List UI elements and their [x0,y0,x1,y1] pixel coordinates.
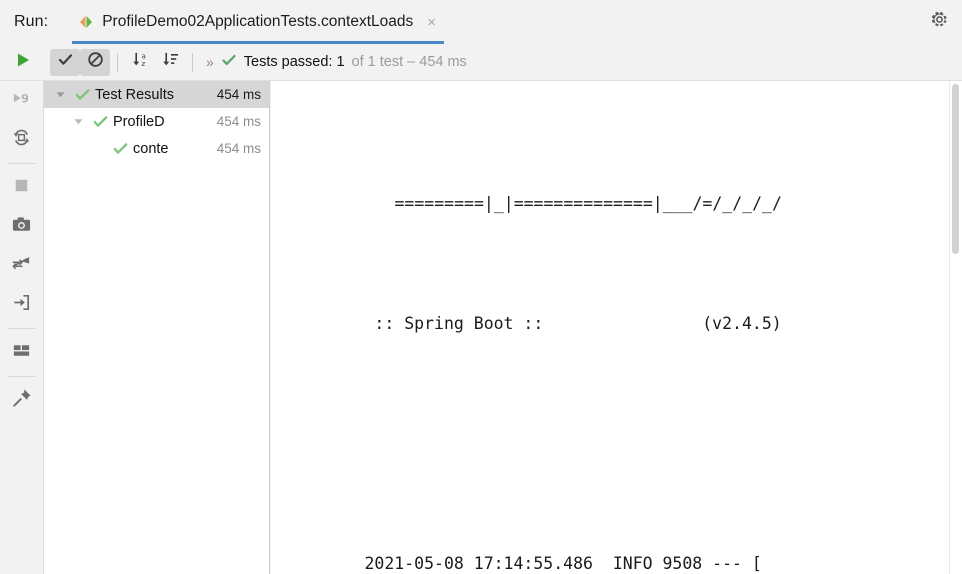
console-line-text: 2021-05-08 17:14:55.486 INFO 9508 --- [ [364,554,762,573]
tool-window-rail: 9 [0,81,44,574]
console-line-text: :: Spring Boot :: (v2.4.5) [364,314,782,333]
svg-text:9: 9 [21,91,29,105]
show-passed-tests-toggle[interactable] [50,48,80,76]
tree-row-label: conte [133,140,169,157]
console-line: :: Spring Boot :: (v2.4.5) [285,279,962,333]
tree-row-label: ProfileD [113,113,165,130]
rerun-button[interactable] [8,49,38,76]
gear-icon [930,10,949,34]
rail-separator-3 [7,376,36,377]
tree-row-profiledemo[interactable]: ProfileD 454 ms [44,108,269,135]
import-tests-icon: ⇄ [11,253,32,279]
tree-row-test-results[interactable]: Test Results 454 ms [44,81,269,108]
status-passed-text: Tests passed: 1 [243,54,345,70]
run-label: Run: [14,13,49,30]
test-status: Tests passed: 1 of 1 test – 454 ms [221,52,467,72]
pin-icon [11,387,33,414]
test-passed-icon [112,140,129,157]
sort-by-duration-icon [161,50,180,74]
open-test-results-button[interactable] [0,285,44,324]
check-filter-icon [57,51,74,73]
toggle-auto-test-icon [11,127,32,153]
svg-text:z: z [141,59,145,68]
console-output[interactable]: =========|_|==============|___/=/_/_/_/ … [271,81,962,574]
layout-settings-button[interactable] [0,333,44,372]
tree-row-duration: 454 ms [216,87,261,102]
console-line: 2021-05-08 17:14:55.486 INFO 9508 --- [ [285,519,962,573]
screenshot-icon [11,214,32,240]
stop-button[interactable] [0,168,44,207]
close-icon[interactable]: × [427,15,436,30]
toggle-auto-test-button[interactable] [0,120,44,159]
rerun-failed-tests-icon: 9 [11,88,32,114]
sort-alphabetically-button[interactable]: a z [125,49,155,76]
test-results-tree[interactable]: Test Results 454 ms ProfileD 454 ms cont… [44,81,270,574]
show-ignored-tests-toggle[interactable] [80,48,110,76]
console-line: =========|_|==============|___/=/_/_/_/ [285,159,962,213]
toolbar: a z » Tests passed: 1 of 1 test – 454 ms [0,44,962,81]
open-test-results-icon [11,292,32,318]
export-test-results-button[interactable] [0,207,44,246]
tab-title: ProfileDemo02ApplicationTests.contextLoa… [102,13,414,30]
stop-icon [11,175,32,201]
tree-row-contextloads[interactable]: conte 454 ms [44,135,269,162]
toolbar-separator-1 [117,52,118,72]
run-configuration-icon [78,14,94,30]
chevron-down-icon[interactable] [70,114,86,130]
console-scrollbar-track[interactable] [949,81,962,574]
rail-separator-1 [7,163,36,164]
tree-row-duration: 454 ms [216,141,261,156]
test-passed-icon [74,86,91,103]
console-scrollbar-thumb[interactable] [952,84,959,254]
status-detail-text: of 1 test – 454 ms [351,54,467,70]
tree-row-label: Test Results [95,86,174,103]
import-tests-button[interactable]: ⇄ [0,246,44,285]
toolbar-separator-2 [192,52,193,72]
test-passed-icon [92,113,109,130]
sort-alphabetically-icon: a z [131,50,150,74]
rerun-failed-tests-button[interactable]: 9 [0,81,44,120]
titlebar: Run: ProfileDemo02ApplicationTests.conte… [0,0,962,44]
pin-tab-button[interactable] [0,381,44,420]
chevron-down-icon[interactable] [52,87,68,103]
layout-settings-icon [11,340,32,366]
run-play-icon [14,51,32,74]
console-text: =========|_|==============|___/=/_/_/_/ … [271,81,962,574]
ignored-filter-icon [87,51,104,73]
tab-profiledemo02applicationtests-contextloads[interactable]: ProfileDemo02ApplicationTests.contextLoa… [70,0,447,44]
sort-by-duration-button[interactable] [155,49,185,76]
tree-row-duration: 454 ms [216,114,261,129]
settings-gear-button[interactable] [924,7,954,37]
run-tool-window: Run: ProfileDemo02ApplicationTests.conte… [0,0,962,574]
status-check-icon [221,52,237,72]
rail-separator-2 [7,328,36,329]
toolbar-overflow-button[interactable]: » [206,54,214,70]
console-line-text: =========|_|==============|___/=/_/_/_/ [394,194,782,213]
